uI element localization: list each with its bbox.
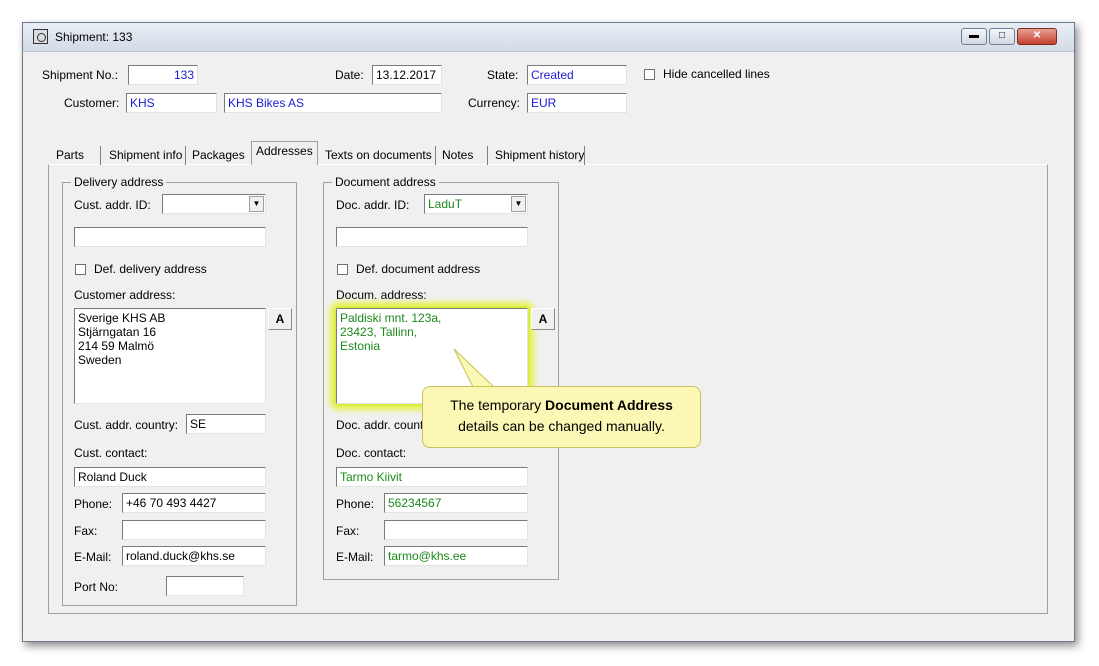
shipment-no-label: Shipment No.: [42,68,119,82]
doc-addr-id-select[interactable]: LaduT ▼ [424,194,528,214]
tab-shipment-info[interactable]: Shipment info [105,146,186,165]
hide-cancelled-checkbox[interactable] [644,69,655,80]
delivery-email-label: E-Mail: [74,550,112,564]
window-title: Shipment: 133 [55,30,133,44]
callout-line-2: details can be changed manually. [458,418,665,434]
tab-shipment-history[interactable]: Shipment history [491,146,588,165]
cust-addr-id-select[interactable]: ▼ [162,194,266,214]
state-label: State: [487,68,519,82]
def-delivery-label: Def. delivery address [94,262,207,276]
app-gear-icon [33,29,48,44]
tab-notes[interactable]: Notes [438,146,477,165]
delivery-fax-field[interactable] [122,520,266,540]
delivery-a-button[interactable]: A [268,308,292,330]
doc-addr-id-label: Doc. addr. ID: [336,198,410,212]
customer-address-memo[interactable]: Sverige KHS AB Stjärngatan 16 214 59 Mal… [74,308,266,404]
currency-field[interactable]: EUR [527,93,627,113]
port-no-label: Port No: [74,580,119,594]
delivery-phone-field[interactable]: +46 70 493 4427 [122,493,266,513]
def-delivery-checkbox[interactable] [75,264,86,275]
doc-contact-label: Doc. contact: [336,446,407,460]
cust-addr-id-label: Cust. addr. ID: [74,198,151,212]
document-fax-field[interactable] [384,520,528,540]
tab-divider [487,146,488,165]
tab-divider [100,146,101,165]
date-label: Date: [335,68,364,82]
delivery-fax-label: Fax: [74,524,98,538]
docum-address-label: Docum. address: [336,288,427,302]
customer-code-field[interactable]: KHS [126,93,217,113]
def-document-label: Def. document address [356,262,481,276]
document-extra-field[interactable] [336,227,528,247]
chevron-down-icon[interactable]: ▼ [511,196,526,212]
delivery-phone-label: Phone: [74,497,113,511]
document-email-label: E-Mail: [336,550,374,564]
tab-parts[interactable]: Parts [52,146,88,165]
address-line: Stjärngatan 16 [78,325,157,339]
cust-addr-country-field[interactable]: SE [186,414,266,434]
address-line: Sverige KHS AB [78,311,166,325]
doc-addr-country-label: Doc. addr. count [336,418,424,432]
hide-cancelled-label: Hide cancelled lines [663,67,770,81]
address-line: 214 59 Malmö [78,339,155,353]
customer-address-label: Customer address: [74,288,176,302]
tab-divider [185,146,186,165]
tab-divider [435,146,436,165]
cust-contact-label: Cust. contact: [74,446,148,460]
currency-label: Currency: [468,96,521,110]
cust-addr-country-label: Cust. addr. country: [74,418,179,432]
callout-tooltip: The temporary Document Address details c… [422,386,701,448]
close-button[interactable]: ✕ [1017,28,1057,45]
tab-texts-on-documents[interactable]: Texts on documents [321,146,436,165]
delivery-address-title: Delivery address [71,175,167,189]
tab-packages[interactable]: Packages [188,146,249,165]
document-phone-field[interactable]: 56234567 [384,493,528,513]
title-bar[interactable]: Shipment: 133 ▬ □ ✕ [23,23,1074,52]
delivery-email-field[interactable]: roland.duck@khs.se [122,546,266,566]
doc-addr-id-value: LaduT [428,197,463,211]
address-line: Sweden [78,353,122,367]
document-email-field[interactable]: tarmo@khs.ee [384,546,528,566]
tab-divider [584,146,585,165]
state-field[interactable]: Created [527,65,627,85]
maximize-button[interactable]: □ [989,28,1015,45]
document-phone-label: Phone: [336,497,375,511]
delivery-extra-field[interactable] [74,227,266,247]
document-fax-label: Fax: [336,524,360,538]
minimize-button[interactable]: ▬ [961,28,987,45]
port-no-field[interactable] [166,576,244,596]
callout-bold-text: Document Address [545,397,673,413]
callout-text: The temporary [450,397,546,413]
document-address-title: Document address [332,175,439,189]
date-field[interactable]: 13.12.2017 [372,65,442,85]
def-document-checkbox[interactable] [337,264,348,275]
doc-contact-field[interactable]: Tarmo Kiivit [336,467,528,487]
customer-name-field[interactable]: KHS Bikes AS [224,93,442,113]
shipment-no-field[interactable]: 133 [128,65,198,85]
tab-addresses[interactable]: Addresses [251,141,318,165]
callout-line-1: The temporary Document Address [423,395,700,416]
document-a-button[interactable]: A [531,308,555,330]
cust-contact-field[interactable]: Roland Duck [74,467,266,487]
customer-label: Customer: [64,96,120,110]
chevron-down-icon[interactable]: ▼ [249,196,264,212]
